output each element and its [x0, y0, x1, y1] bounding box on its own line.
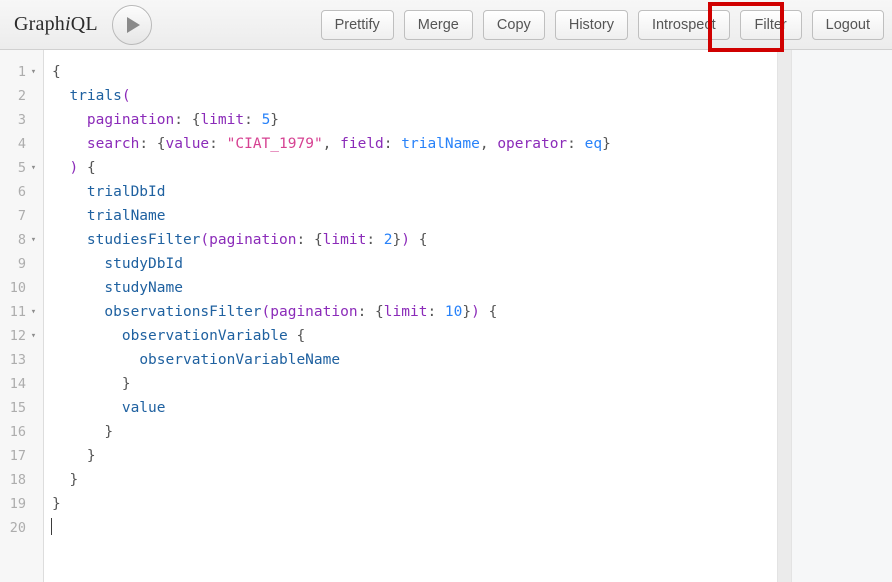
line-number-value: 13 — [9, 352, 26, 368]
line-number-value: 15 — [9, 400, 26, 416]
line-number: 5 ▾ — [0, 156, 43, 180]
line-number-value: 4 — [17, 136, 26, 152]
line-number: 3▾ — [0, 108, 43, 132]
code-line: studyDbId — [104, 256, 183, 272]
graphiql-logo: GraphiQL — [14, 13, 98, 36]
fold-arrow-icon[interactable]: ▾ — [28, 300, 39, 324]
main-area: 1▾2▾3▾4▾5▾6▾7▾8▾9▾10▾11▾12▾13▾14▾15▾16▾1… — [0, 50, 892, 582]
code-line: } — [121, 376, 131, 392]
filter-button[interactable]: Filter — [739, 9, 802, 40]
line-number: 9▾ — [0, 252, 43, 276]
logout-button[interactable]: Logout — [811, 9, 884, 40]
copy-button[interactable]: Copy — [482, 9, 545, 40]
line-number: 17▾ — [0, 444, 43, 468]
execute-query-button[interactable] — [111, 4, 152, 45]
code-line: trialName — [86, 208, 166, 224]
line-number-value: 3 — [17, 112, 26, 128]
line-number: 20▾ — [0, 516, 43, 540]
history-button[interactable]: History — [554, 9, 628, 40]
logo-suffix: QL — [70, 13, 98, 35]
line-number: 1 ▾ — [0, 60, 43, 84]
line-number: 15▾ — [0, 396, 43, 420]
line-number-value: 10 — [9, 280, 26, 296]
line-number-value: 8 — [17, 232, 26, 248]
code-line: observationsFilter(pagination: {limit: 1… — [104, 304, 498, 320]
line-number-value: 12 — [9, 328, 26, 344]
line-number: 6▾ — [0, 180, 43, 204]
logo-prefix: Graph — [14, 13, 65, 35]
line-number: 16▾ — [0, 420, 43, 444]
pane-drag-handle[interactable] — [777, 50, 792, 582]
line-number: 4▾ — [0, 132, 43, 156]
prettify-button[interactable]: Prettify — [320, 9, 394, 40]
code-line: trials( — [69, 88, 131, 104]
query-editor-code[interactable]: { trials( pagination: {limit: 5} search:… — [44, 50, 777, 582]
result-panel — [792, 50, 892, 582]
graphiql-app: GraphiQL Prettify Merge Copy History Int… — [0, 0, 892, 582]
line-number-value: 16 — [9, 424, 26, 440]
code-line: } — [52, 496, 61, 512]
code-line: trialDbId — [86, 184, 166, 200]
code-line — [51, 516, 777, 540]
merge-button[interactable]: Merge — [403, 9, 473, 40]
query-editor-pane[interactable]: 1▾2▾3▾4▾5▾6▾7▾8▾9▾10▾11▾12▾13▾14▾15▾16▾1… — [0, 50, 777, 582]
code-line: studyName — [104, 280, 183, 296]
code-line: value — [121, 400, 166, 416]
line-number-value: 2 — [17, 88, 26, 104]
code-line: } — [69, 472, 79, 488]
line-number-value: 6 — [17, 184, 26, 200]
toolbar: GraphiQL Prettify Merge Copy History Int… — [0, 0, 892, 52]
code-line: search: {value: "CIAT_1979", field: tria… — [86, 136, 611, 152]
line-number: 18▾ — [0, 468, 43, 492]
line-number: 13▾ — [0, 348, 43, 372]
fold-arrow-icon[interactable]: ▾ — [28, 156, 39, 180]
line-number: 12 ▾ — [0, 324, 43, 348]
line-number: 11 ▾ — [0, 300, 43, 324]
code-line: observationVariableName — [139, 352, 341, 368]
text-cursor — [51, 518, 52, 535]
code-line: pagination: {limit: 5} — [86, 112, 280, 128]
fold-arrow-icon[interactable]: ▾ — [28, 228, 39, 252]
line-number: 14▾ — [0, 372, 43, 396]
code-line: ) { — [69, 160, 96, 176]
code-line: } — [86, 448, 96, 464]
code-line: studiesFilter(pagination: {limit: 2}) { — [86, 232, 428, 248]
code-line: observationVariable { — [121, 328, 306, 344]
code-line: { — [52, 64, 61, 80]
line-number-value: 18 — [9, 472, 26, 488]
line-number-value: 1 — [17, 64, 26, 80]
line-number-value: 14 — [9, 376, 26, 392]
line-number: 8 ▾ — [0, 228, 43, 252]
line-number: 7▾ — [0, 204, 43, 228]
editor-line-number-gutter: 1▾2▾3▾4▾5▾6▾7▾8▾9▾10▾11▾12▾13▾14▾15▾16▾1… — [0, 50, 44, 582]
line-number-value: 7 — [17, 208, 26, 224]
line-number-value: 20 — [9, 520, 26, 536]
line-number-value: 17 — [9, 448, 26, 464]
fold-arrow-icon[interactable]: ▾ — [28, 60, 39, 84]
line-number: 19▾ — [0, 492, 43, 516]
play-icon — [127, 16, 141, 33]
line-number: 2▾ — [0, 84, 43, 108]
introspect-button[interactable]: Introspect — [637, 9, 730, 40]
line-number-value: 11 — [9, 304, 26, 320]
line-number-value: 9 — [17, 256, 26, 272]
fold-arrow-icon[interactable]: ▾ — [28, 324, 39, 348]
line-number-value: 5 — [17, 160, 26, 176]
toolbar-button-group: Prettify Merge Copy History Introspect F… — [320, 9, 884, 40]
code-line: } — [104, 424, 114, 440]
line-number: 10▾ — [0, 276, 43, 300]
line-number-value: 19 — [9, 496, 26, 512]
